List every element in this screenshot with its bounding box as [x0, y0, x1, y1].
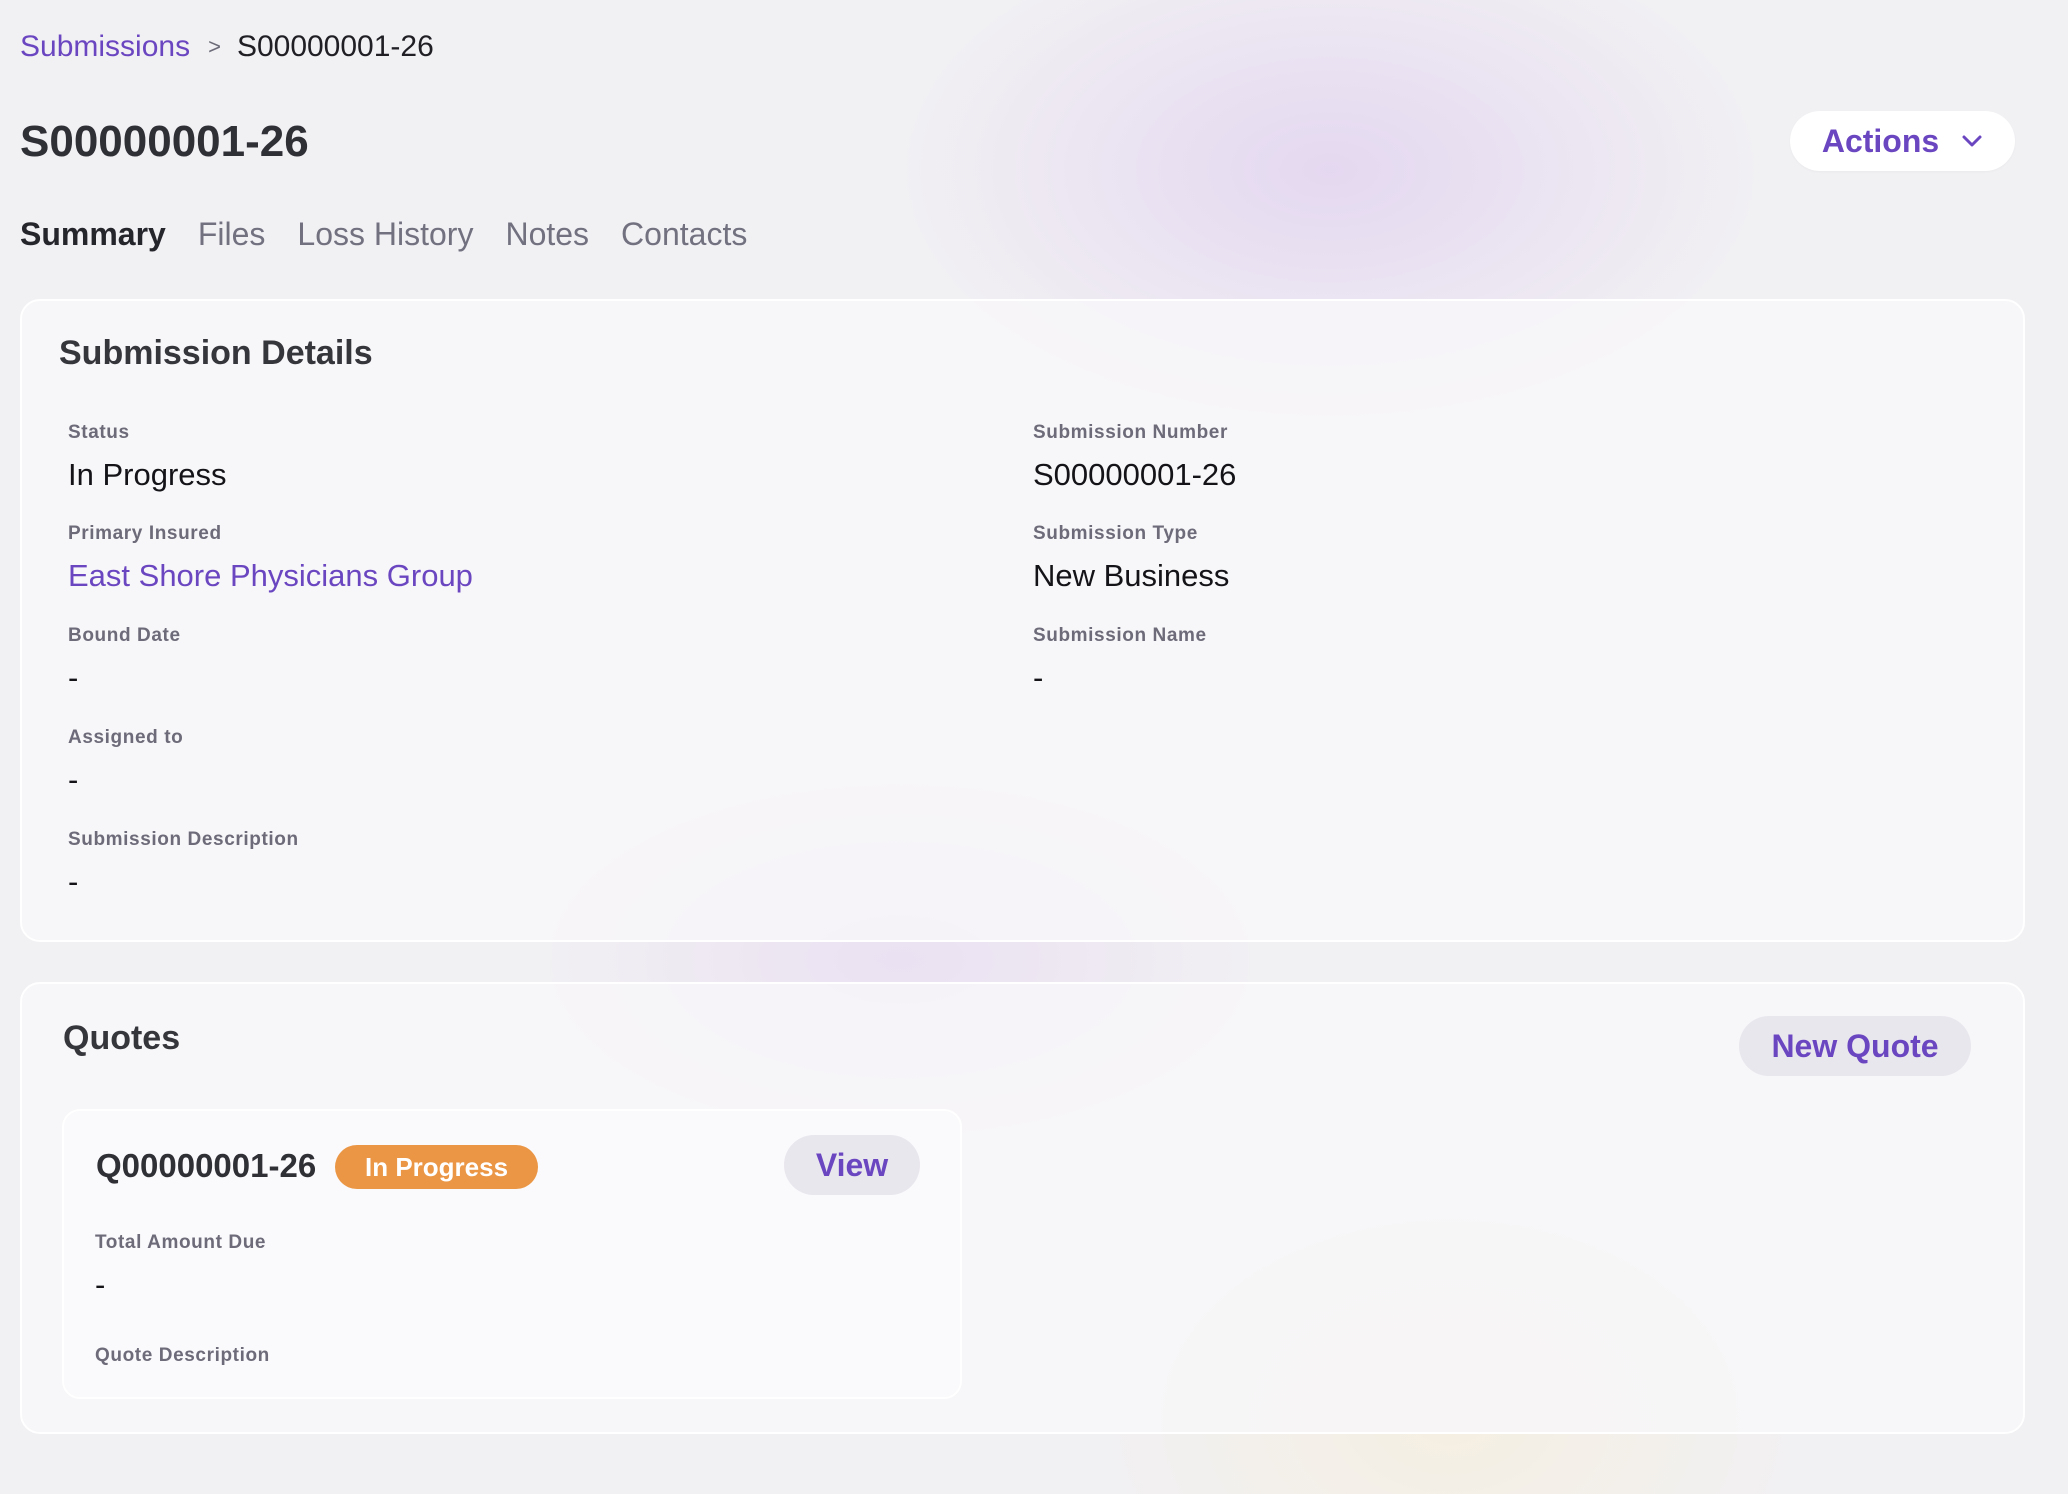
submission-description-field: Submission Description -: [68, 828, 299, 902]
view-quote-button[interactable]: View: [784, 1135, 920, 1195]
quote-id: Q00000001-26: [96, 1147, 317, 1184]
tab-summary[interactable]: Summary: [20, 212, 166, 256]
submission-details-card: Submission Details Status In Progress Pr…: [20, 299, 2025, 942]
submission-number-value: S00000001-26: [1033, 457, 1237, 492]
tab-notes[interactable]: Notes: [505, 212, 589, 256]
tab-bar: Summary Files Loss History Notes Contact…: [20, 212, 747, 256]
submission-name-label: Submission Name: [1033, 625, 1207, 646]
status-field: Status In Progress: [68, 421, 227, 495]
quotes-card: Quotes New Quote Q00000001-26 In Progres…: [20, 982, 2025, 1434]
breadcrumb-separator: >: [208, 34, 221, 59]
primary-insured-label: Primary Insured: [68, 523, 222, 544]
tab-files[interactable]: Files: [198, 212, 266, 256]
total-amount-due-label: Total Amount Due: [95, 1232, 267, 1253]
quote-status-badge: In Progress: [335, 1145, 539, 1189]
actions-button[interactable]: Actions: [1790, 111, 2015, 171]
submission-number-field: Submission Number S00000001-26: [1033, 421, 1236, 495]
chevron-down-icon: [1962, 135, 1982, 147]
breadcrumb-submissions-link[interactable]: Submissions: [20, 28, 190, 66]
submission-name-value: -: [1033, 660, 1044, 695]
actions-button-label: Actions: [1821, 122, 1940, 159]
tab-loss-history[interactable]: Loss History: [297, 212, 473, 256]
breadcrumb: Submissions > S00000001-26: [20, 28, 434, 66]
total-amount-due-value: -: [95, 1267, 106, 1302]
submission-description-label: Submission Description: [68, 829, 299, 850]
submission-details-title: Submission Details: [59, 334, 373, 372]
primary-insured-link[interactable]: East Shore Physicians Group: [68, 556, 473, 596]
submission-type-field: Submission Type New Business: [1033, 522, 1229, 596]
page-title: S00000001-26: [20, 117, 309, 166]
status-value: In Progress: [68, 457, 227, 492]
quotes-title: Quotes: [63, 1019, 181, 1057]
quote-description-field: Quote Description: [95, 1344, 270, 1368]
quote-description-label: Quote Description: [95, 1345, 270, 1366]
tab-contacts[interactable]: Contacts: [621, 212, 747, 256]
submission-type-label: Submission Type: [1033, 523, 1198, 544]
submission-description-value: -: [68, 864, 79, 899]
bound-date-label: Bound Date: [68, 625, 181, 646]
breadcrumb-current: S00000001-26: [236, 30, 434, 63]
submission-type-value: New Business: [1033, 558, 1230, 593]
assigned-to-value: -: [68, 762, 79, 797]
total-amount-due-field: Total Amount Due -: [95, 1231, 266, 1305]
primary-insured-field: Primary Insured East Shore Physicians Gr…: [68, 522, 473, 596]
submission-name-field: Submission Name -: [1033, 624, 1207, 698]
status-label: Status: [68, 422, 130, 443]
submission-number-label: Submission Number: [1033, 422, 1228, 443]
quote-item: Q00000001-26 In Progress View Total Amou…: [62, 1109, 962, 1399]
bound-date-field: Bound Date -: [68, 624, 181, 698]
assigned-to-label: Assigned to: [68, 727, 184, 748]
bound-date-value: -: [68, 660, 79, 695]
assigned-to-field: Assigned to -: [68, 726, 183, 800]
new-quote-button[interactable]: New Quote: [1739, 1016, 1971, 1076]
